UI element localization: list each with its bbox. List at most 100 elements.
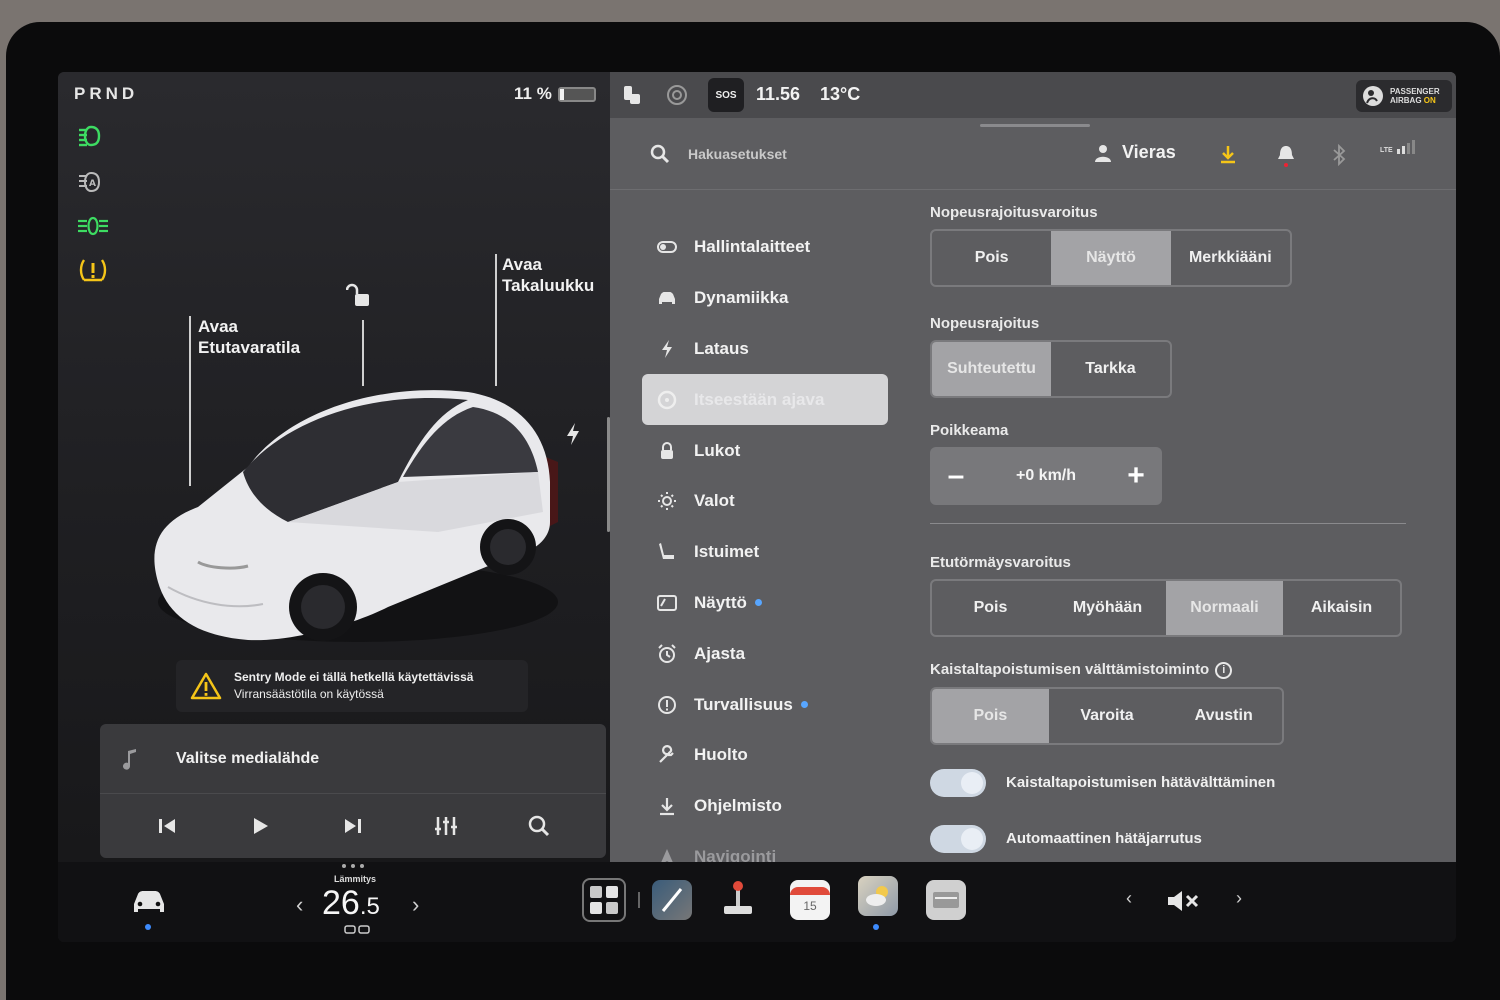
dashcam-icon <box>661 888 683 912</box>
settings-menu-item-itseestään-ajava[interactable]: Itseestään ajava <box>642 374 888 426</box>
settings-menu-item-lataus[interactable]: Lataus <box>642 324 888 375</box>
notification-bell-icon[interactable] <box>1276 144 1296 173</box>
play-button[interactable] <box>245 811 275 841</box>
car-controls-button[interactable] <box>130 888 168 916</box>
previous-track-button[interactable] <box>152 811 182 841</box>
settings-menu-item-valot[interactable]: Valot <box>642 476 888 527</box>
speed-warning-option-merkkiääni[interactable]: Merkkiääni <box>1171 231 1290 285</box>
climate-mode-label: Lämmitys <box>334 874 377 884</box>
download-update-icon[interactable] <box>1218 144 1238 169</box>
bluetooth-icon[interactable] <box>1332 143 1346 171</box>
mute-volume-icon[interactable] <box>1166 890 1200 917</box>
toggle-switch[interactable] <box>930 824 986 853</box>
glovebox-app-button[interactable] <box>926 880 966 920</box>
settings-menu-item-hallintalaitteet[interactable]: Hallintalaitteet <box>642 222 888 273</box>
temp-decrease-button[interactable]: ‹ <box>296 892 303 918</box>
autopilot-settings: Nopeusrajoitusvaroitus Pois Näyttö Merkkiä… <box>930 204 1410 859</box>
trunk-callout-line <box>495 254 497 386</box>
lane-departure-option-varoita[interactable]: Varoita <box>1049 689 1166 743</box>
fog-lights-icon <box>76 212 110 240</box>
sentry-notice-subtitle: Virransäästötila on käytössä <box>234 687 384 701</box>
volume-increase-button[interactable]: › <box>1236 888 1242 909</box>
fcw-option-myöhään[interactable]: Myöhään <box>1049 581 1166 635</box>
settings-menu-item-huolto[interactable]: Huolto <box>642 730 888 781</box>
clock: 11.56 <box>756 84 801 104</box>
drag-handle[interactable] <box>980 124 1090 127</box>
temp-increase-button[interactable]: › <box>412 892 419 918</box>
next-track-button[interactable] <box>338 811 368 841</box>
fcw-option-pois[interactable]: Pois <box>932 581 1049 635</box>
speed-limit-option-tarkka[interactable]: Tarkka <box>1051 342 1170 396</box>
lane-departure-title: Kaistaltapoistumisen välttämistoiminto <box>930 661 1210 678</box>
app-launcher-button[interactable] <box>582 878 626 922</box>
settings-menu-item-turvallisuus[interactable]: Turvallisuus <box>642 679 888 730</box>
temp-integer: 26 <box>322 884 360 922</box>
airbag-state: ON <box>1423 96 1436 105</box>
search-placeholder: Hakuasetukset <box>688 146 787 162</box>
settings-menu-item-ajasta[interactable]: Ajasta <box>642 628 888 679</box>
offset-increase-button[interactable]: + <box>1122 459 1150 492</box>
trunk-label-line2: Takaluukku <box>502 276 595 295</box>
phone-key-icon <box>622 84 642 111</box>
car-status-panel: PRND 11 % A Avaa Etutavaratila Avaa Taka… <box>58 72 610 862</box>
toybox-app-button[interactable] <box>720 878 756 918</box>
volume-decrease-button[interactable]: ‹ <box>1126 888 1132 909</box>
music-note-icon <box>123 748 136 770</box>
equalizer-button[interactable] <box>431 811 461 841</box>
seat-heater-icon[interactable] <box>344 922 372 940</box>
photos-app-button[interactable] <box>858 876 898 916</box>
sentry-notice-title: Sentry Mode ei tällä hetkellä käytettävi… <box>234 670 474 684</box>
toggle-switch[interactable] <box>930 768 986 797</box>
driver-profile-button[interactable]: Vieras <box>1094 142 1176 163</box>
lane-departure-option-avustin[interactable]: Avustin <box>1165 689 1282 743</box>
settings-menu-item-dynamiikka[interactable]: Dynamiikka <box>642 273 888 324</box>
unlock-icon[interactable] <box>345 282 374 315</box>
lane-departure-option-pois[interactable]: Pois <box>932 688 1049 743</box>
speed-limit-option-suhteutettu[interactable]: Suhteutettu <box>932 342 1051 396</box>
speed-warning-option-näyttö[interactable]: Näyttö <box>1051 231 1171 285</box>
toggle-label: Kaistaltapoistumisen hätävälttäminen <box>1006 774 1276 792</box>
temp-decimal: .5 <box>359 893 380 920</box>
dashcam-app-button[interactable] <box>652 880 692 920</box>
menu-item-label: Istuimet <box>694 542 760 562</box>
menu-item-label: Dynamiikka <box>694 288 789 308</box>
trunk-label-line1: Avaa <box>502 255 543 274</box>
glovebox-icon <box>933 892 959 908</box>
cabin-temperature[interactable]: 26.5 <box>322 884 380 923</box>
calendar-app-button[interactable]: 15 <box>790 880 830 920</box>
joystick-icon <box>724 881 752 914</box>
charge-port-icon[interactable] <box>564 422 582 451</box>
svg-text:A: A <box>89 179 96 189</box>
fcw-option-aikaisin[interactable]: Aikaisin <box>1283 581 1400 635</box>
open-trunk-button[interactable]: Avaa Takaluukku <box>502 254 594 296</box>
calendar-day: 15 <box>803 899 817 913</box>
offset-decrease-button[interactable]: – <box>942 459 970 492</box>
speed-warning-title: Nopeusrajoitusvaroitus <box>930 204 1098 221</box>
settings-menu-item-näyttö[interactable]: Näyttö <box>642 578 888 629</box>
settings-menu-item-ohjelmisto[interactable]: Ohjelmisto <box>642 781 888 832</box>
media-search-button[interactable] <box>524 811 554 841</box>
wrench-icon <box>656 744 678 766</box>
open-frunk-button[interactable]: Avaa Etutavaratila <box>198 316 300 358</box>
display-icon <box>656 592 678 614</box>
sentry-mode-notice: Sentry Mode ei tällä hetkellä käytettävi… <box>176 660 528 712</box>
settings-menu-item-lukot[interactable]: Lukot <box>642 425 888 476</box>
media-source-selector[interactable]: Valitse medialähde <box>100 724 606 794</box>
settings-menu: Hallintalaitteet Dynamiikka Lataus Itseestä… <box>642 222 888 882</box>
search-icon <box>650 144 670 164</box>
speed-warning-option-pois[interactable]: Pois <box>932 231 1051 285</box>
toggle-icon <box>656 236 678 258</box>
lane-departure-title-row: Kaistaltapoistumisen välttämistoiminto i <box>930 661 1410 679</box>
page-dots <box>342 864 364 868</box>
user-icon <box>1095 144 1111 162</box>
vehicle-3d-view[interactable] <box>138 372 558 667</box>
info-icon[interactable]: i <box>1215 661 1233 679</box>
battery-status: 11 % <box>514 84 596 104</box>
menu-item-label: Lukot <box>694 440 741 460</box>
sos-button[interactable]: SOS <box>708 78 744 112</box>
settings-menu-item-istuimet[interactable]: Istuimet <box>642 527 888 578</box>
warning-triangle-icon <box>190 672 222 700</box>
fcw-option-normaali[interactable]: Normaali <box>1166 581 1283 635</box>
settings-search[interactable]: Hakuasetukset <box>650 144 787 164</box>
offset-stepper: – +0 km/h + <box>930 447 1162 505</box>
